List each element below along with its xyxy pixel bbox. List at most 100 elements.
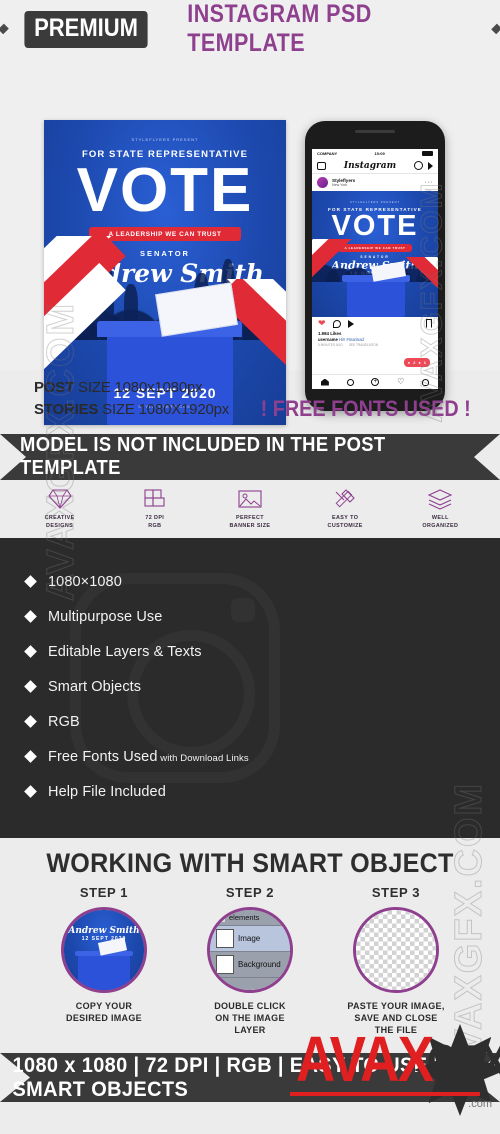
step-caption: COPY YOUR DESIRED IMAGE (66, 1001, 142, 1024)
caption-sub: 5 MINUTES AGO SEE TRANSLATION (318, 343, 432, 347)
comment-icon[interactable] (332, 319, 341, 328)
toast-follower-icon: ● (418, 360, 421, 365)
list-item: Smart Objects (24, 669, 500, 704)
feature-text-sub: with Download Links (157, 752, 249, 764)
model-notice-ribbon: MODEL IS NOT INCLUDED IN THE POST TEMPLA… (0, 434, 500, 480)
instagram-top-bar: Instagram (312, 158, 438, 174)
image-icon (210, 486, 290, 512)
igtv-icon[interactable] (413, 161, 423, 170)
feature-text: Smart Objects (48, 678, 142, 695)
notification-toast: ● 2 ● 1 (403, 358, 430, 367)
heart-icon[interactable]: ❤ (318, 319, 326, 328)
phone-mockup-feed: COMPANY 15:09 Instagram Styleflyers New … (305, 121, 445, 411)
transparent-checker (356, 910, 436, 990)
caption-username[interactable]: username (318, 337, 338, 342)
feature-creative-designs: CREATIVE DESIGNS (20, 486, 100, 531)
poster-candidate-name: Andrew Smith (68, 926, 140, 936)
feature-text: Multipurpose Use (48, 608, 163, 625)
feature-list: 1080×1080 Multipurpose Use Editable Laye… (0, 538, 500, 809)
model-notice-text: MODEL IS NOT INCLUDED IN THE POST TEMPLA… (20, 434, 386, 479)
feature-text: Help File Included (48, 783, 166, 800)
bullet-diamond-icon (24, 645, 37, 658)
ballot-box (347, 279, 406, 317)
smart-object-title: WORKING WITH SMART OBJECT (46, 848, 454, 878)
ballot-box (78, 954, 130, 990)
toast-comment-icon: ● (407, 360, 411, 365)
post-caption: username Hi!! #marinad (318, 337, 432, 342)
feature-line2: RGB (148, 522, 162, 529)
feature-line1: CREATIVE (44, 515, 75, 521)
step-3: STEP 3 PASTE YOUR IMAGE, SAVE AND CLOSE … (341, 885, 451, 1036)
post-size-value: SIZE 1080x1080px (74, 379, 203, 396)
page-header: PREMIUM INSTAGRAM PSD TEMPLATE (0, 0, 500, 58)
step-heading: STEP 1 (79, 885, 129, 900)
feature-line1: EASY TO (332, 515, 359, 521)
layers-icon (400, 486, 480, 512)
step-thumbnail: Andrew Smith 12 SEPT 2020 (61, 907, 147, 993)
avatar[interactable] (317, 177, 328, 188)
post-actions-row: ❤ (312, 317, 438, 330)
poster-preview-feed: STYLEFLYERS PRESENT FOR STATE REPRESENTA… (312, 191, 438, 317)
feature-banner-size: PERFECT BANNER SIZE (210, 486, 290, 531)
burst-shape-icon (414, 1024, 500, 1116)
feature-line2: BANNER SIZE (229, 522, 271, 529)
bullet-diamond-icon (24, 575, 37, 588)
post-meta: 1.984 Likes username Hi!! #marinad 5 MIN… (312, 330, 438, 347)
list-item: Free Fonts Used with Download Links (24, 739, 500, 774)
layer-thumbnail (216, 955, 234, 974)
layer-row-background[interactable]: Background (210, 952, 290, 978)
clock-label: 15:09 (374, 151, 385, 156)
layer-name: Background (238, 960, 281, 969)
poster-present-text: STYLEFLYERS PRESENT (349, 201, 401, 204)
list-item: 1080×1080 (24, 564, 500, 599)
folder-icon (216, 913, 225, 922)
feature-well-organized: WELL ORGANIZED (400, 486, 480, 531)
bookmark-icon[interactable] (426, 319, 432, 328)
carrier-label: COMPANY (317, 151, 338, 156)
feature-line2: DESIGNS (46, 522, 74, 529)
toast-comment-count: 2 (413, 360, 416, 365)
feature-text: 1080×1080 (48, 573, 122, 590)
bullet-diamond-icon (24, 715, 37, 728)
diamond-icon (20, 486, 100, 512)
camera-icon[interactable] (317, 161, 326, 170)
feature-caption: 72 DPI RGB (115, 515, 195, 531)
bullet-diamond-icon (24, 610, 37, 623)
caption-text: Hi!! #marinad (338, 337, 364, 342)
feature-72dpi-rgb: 72 DPI RGB (115, 486, 195, 531)
phone-speaker (355, 130, 395, 133)
feature-text: Free Fonts Used with Download Links (48, 749, 249, 765)
feature-caption: CREATIVE DESIGNS (20, 515, 100, 531)
stories-size-label: STORIES (34, 401, 99, 418)
feature-line1: 72 DPI (145, 515, 165, 521)
post-author-row[interactable]: Styleflyers New York ··· (312, 174, 438, 191)
pencil-ruler-icon (305, 486, 385, 512)
free-fonts-callout: ! FREE FONTS USED ! (260, 396, 471, 421)
instagram-wordmark: Instagram (343, 160, 397, 171)
list-item: RGB (24, 704, 500, 739)
feature-caption: EASY TO CUSTOMIZE (305, 515, 385, 531)
share-icon[interactable] (347, 319, 354, 328)
feature-text-main: Free Fonts Used (48, 748, 158, 765)
post-size-line: POST SIZE 1080x1080px (34, 379, 500, 396)
more-options-icon[interactable]: ··· (425, 179, 434, 186)
layer-row-image[interactable]: Image (210, 926, 290, 952)
step-1: STEP 1 Andrew Smith 12 SEPT 2020 COPY YO… (49, 885, 159, 1036)
size-info-section: POST SIZE 1080x1080px STORIES SIZE 1080X… (0, 370, 500, 432)
poster-thumbnail: Andrew Smith 12 SEPT 2020 (64, 910, 144, 990)
see-translation-link[interactable]: SEE TRANSLATION (349, 343, 378, 347)
bullet-diamond-icon (24, 750, 37, 763)
feature-text: RGB (48, 713, 80, 730)
bullet-diamond-icon (24, 680, 37, 693)
feature-text: Editable Layers & Texts (48, 643, 202, 660)
grid-icon (115, 486, 195, 512)
toast-follower-count: 1 (423, 360, 426, 365)
layers-panel-header: elements (210, 910, 290, 926)
step-heading: STEP 2 (225, 885, 275, 900)
layer-name: Image (238, 934, 261, 943)
direct-message-icon[interactable] (427, 161, 433, 170)
diamond-left-icon (0, 23, 9, 35)
premium-badge: PREMIUM (24, 10, 148, 48)
layers-panel: elements Image Background (210, 910, 290, 990)
like-count: 1.984 Likes (318, 331, 342, 336)
